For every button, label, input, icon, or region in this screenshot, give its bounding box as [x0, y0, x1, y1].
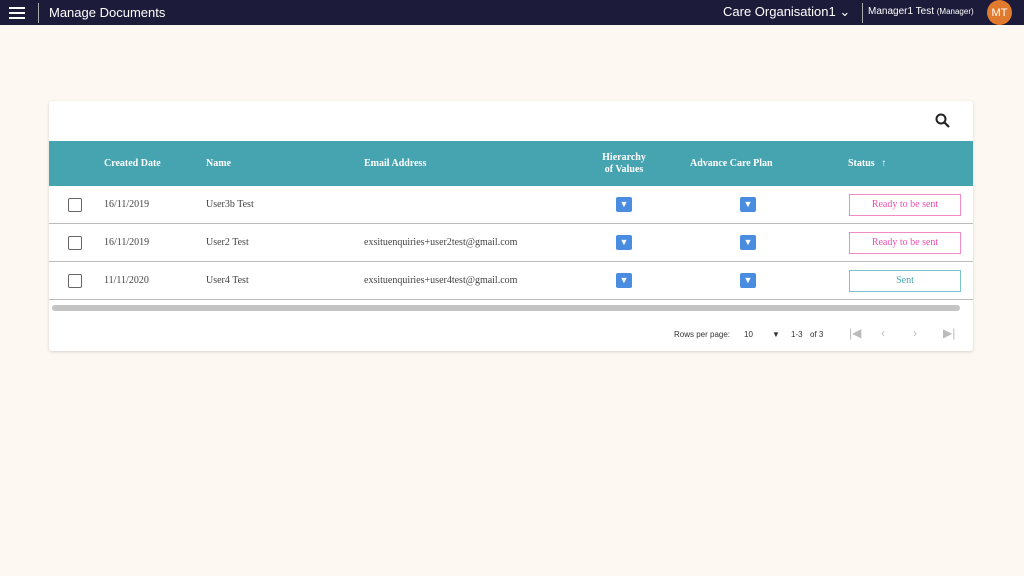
organisation-selector[interactable]: Care Organisation1 ⌄: [723, 4, 850, 20]
column-hierarchy[interactable]: Hierarchy of Values: [599, 152, 649, 176]
rows-per-page-label: Rows per page:: [674, 330, 731, 339]
created-date: 16/11/2019: [104, 199, 150, 210]
column-advance-care-plan[interactable]: Advance Care Plan: [690, 158, 773, 169]
name: User2 Test: [206, 237, 249, 248]
column-status-label: Status: [848, 158, 875, 169]
last-page-icon[interactable]: ▶|: [943, 326, 955, 340]
sort-arrow-up-icon: ↑: [881, 158, 887, 169]
name: User4 Test: [206, 275, 249, 286]
organisation-label: Care Organisation1: [723, 4, 836, 19]
documents-card: Created Date Name Email Address Hierarch…: [49, 101, 973, 351]
column-status[interactable]: Status ↑: [848, 158, 886, 169]
status-badge: Ready to be sent: [849, 232, 961, 254]
page-title: Manage Documents: [49, 5, 166, 20]
table-row[interactable]: 16/11/2019 User2 Test exsituenquiries+us…: [49, 224, 973, 262]
download-icon[interactable]: ▼: [616, 235, 632, 250]
user-name: Manager1 Test: [868, 6, 934, 17]
first-page-icon[interactable]: |◀: [849, 326, 861, 340]
user-info[interactable]: Manager1 Test (Manager): [868, 6, 974, 17]
created-date: 11/11/2020: [104, 275, 149, 286]
name: User3b Test: [206, 199, 254, 210]
page-total: of 3: [810, 330, 824, 339]
divider: [862, 3, 863, 23]
download-icon[interactable]: ▼: [740, 235, 756, 250]
chevron-down-icon: ⌄: [839, 4, 851, 19]
column-name[interactable]: Name: [206, 158, 231, 169]
avatar[interactable]: MT: [987, 0, 1012, 25]
menu-icon[interactable]: [9, 6, 25, 19]
column-created-date[interactable]: Created Date: [104, 158, 161, 169]
download-icon[interactable]: ▼: [616, 273, 632, 288]
rows-per-page-select[interactable]: 10: [744, 330, 753, 339]
search-icon[interactable]: [935, 113, 951, 129]
email: exsituenquiries+user4test@gmail.com: [364, 275, 518, 286]
created-date: 16/11/2019: [104, 237, 150, 248]
horizontal-scrollbar[interactable]: [52, 305, 960, 311]
download-icon[interactable]: ▼: [740, 197, 756, 212]
status-badge: Ready to be sent: [849, 194, 961, 216]
divider: [38, 2, 39, 23]
dropdown-arrow-icon[interactable]: ▼: [772, 330, 780, 339]
row-checkbox[interactable]: [68, 236, 82, 250]
table-row[interactable]: 11/11/2020 User4 Test exsituenquiries+us…: [49, 262, 973, 300]
column-email[interactable]: Email Address: [364, 158, 426, 169]
row-checkbox[interactable]: [68, 274, 82, 288]
top-bar: Manage Documents Care Organisation1 ⌄ Ma…: [0, 0, 1024, 25]
download-icon[interactable]: ▼: [616, 197, 632, 212]
previous-page-icon[interactable]: ‹: [881, 326, 885, 340]
download-icon[interactable]: ▼: [740, 273, 756, 288]
row-checkbox[interactable]: [68, 198, 82, 212]
table-header: Created Date Name Email Address Hierarch…: [49, 141, 973, 186]
page-range: 1-3: [791, 330, 803, 339]
email: exsituenquiries+user2test@gmail.com: [364, 237, 518, 248]
status-badge: Sent: [849, 270, 961, 292]
user-role: (Manager): [936, 7, 974, 16]
table-row[interactable]: 16/11/2019 User3b Test ▼ ▼ Ready to be s…: [49, 186, 973, 224]
next-page-icon[interactable]: ›: [913, 326, 917, 340]
